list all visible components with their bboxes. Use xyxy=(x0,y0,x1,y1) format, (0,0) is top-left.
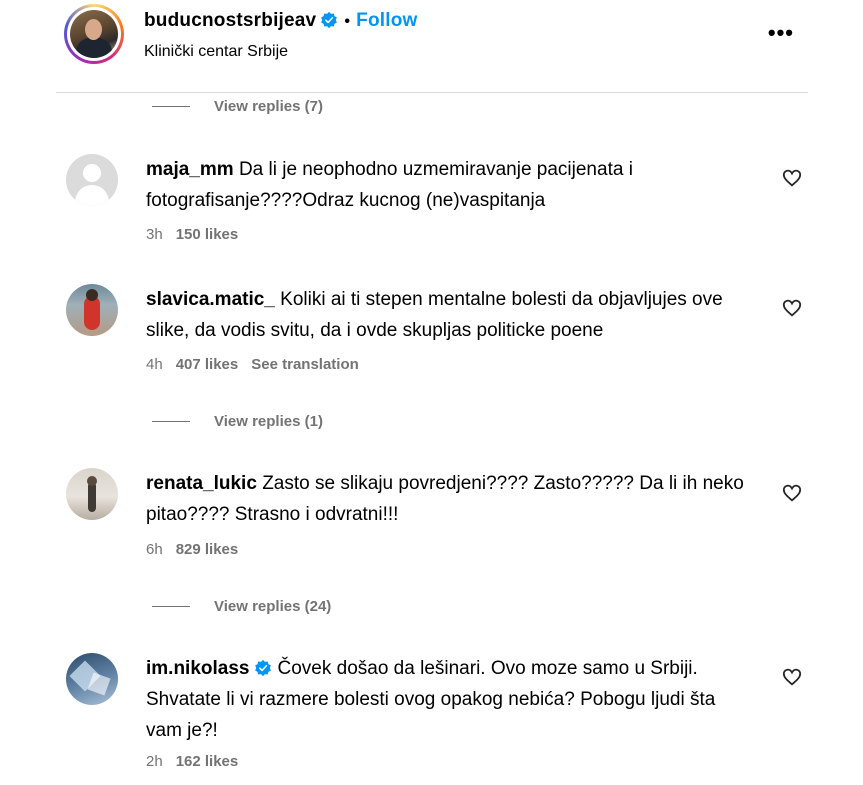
author-username[interactable]: buducnostsrbijeav xyxy=(144,10,316,31)
comment-body: maja_mm Da li je neophodno uzmemiravanje… xyxy=(146,154,746,216)
comment-likes[interactable]: 162 likes xyxy=(176,753,239,770)
comment-likes[interactable]: 407 likes xyxy=(176,356,239,373)
comment-meta: 4h 407 likes See translation xyxy=(146,356,359,373)
view-replies-button[interactable]: View replies (1) xyxy=(152,411,323,431)
comment-body: renata_lukic Zasto se slikaju povredjeni… xyxy=(146,468,746,530)
avatar-head xyxy=(83,164,101,182)
avatar-figure-suit xyxy=(76,38,112,58)
comment-item: maja_mm Da li je neophodno uzmemiravanje… xyxy=(66,154,806,254)
avatar-figure xyxy=(88,482,96,512)
verified-badge-icon xyxy=(321,11,338,29)
avatar-figure-head xyxy=(87,476,97,486)
comment-meta: 6h 829 likes xyxy=(146,541,238,558)
avatar-ring-inner xyxy=(67,7,121,61)
comment-likes[interactable]: 829 likes xyxy=(176,541,239,558)
comment-username[interactable]: slavica.matic_ xyxy=(146,289,275,310)
verified-badge-icon xyxy=(254,659,271,677)
comment-time[interactable]: 3h xyxy=(146,226,163,243)
comment-body: im.nikolass Čovek došao da lešinari. Ovo… xyxy=(146,653,746,746)
default-avatar-icon[interactable] xyxy=(66,154,118,206)
view-replies-button[interactable]: View replies (7) xyxy=(152,96,323,116)
comment-username[interactable]: maja_mm xyxy=(146,159,234,180)
comment-meta: 2h 162 likes xyxy=(146,753,238,770)
view-replies-label: View replies (24) xyxy=(214,597,332,615)
separator-dot: • xyxy=(344,13,351,30)
comment-username[interactable]: renata_lukic xyxy=(146,473,257,494)
comment-item: im.nikolass Čovek došao da lešinari. Ovo… xyxy=(66,653,806,778)
heart-icon[interactable] xyxy=(782,299,802,317)
heart-icon[interactable] xyxy=(782,484,802,502)
comment-meta: 3h 150 likes xyxy=(146,226,238,243)
post-header: buducnostsrbijeav • Follow Klinički centa… xyxy=(56,0,808,93)
comment-time[interactable]: 2h xyxy=(146,753,163,770)
comment-item: slavica.matic_ Koliki ai ti stepen menta… xyxy=(66,284,806,384)
view-replies-label: View replies (7) xyxy=(214,97,323,115)
commenter-avatar[interactable] xyxy=(66,468,118,520)
comment-body: slavica.matic_ Koliki ai ti stepen menta… xyxy=(146,284,746,346)
location-link[interactable]: Klinički centar Srbije xyxy=(144,43,288,61)
follow-button[interactable]: Follow xyxy=(356,10,417,31)
comment-likes[interactable]: 150 likes xyxy=(176,226,239,243)
view-replies-label: View replies (1) xyxy=(214,412,323,430)
view-replies-button[interactable]: View replies (24) xyxy=(152,596,331,616)
avatar-figure-face xyxy=(85,19,102,40)
comment-item: renata_lukic Zasto se slikaju povredjeni… xyxy=(66,468,806,568)
comment-time[interactable]: 6h xyxy=(146,541,163,558)
author-line: buducnostsrbijeav • Follow xyxy=(144,10,418,32)
avatar-shoulders xyxy=(75,185,109,206)
author-avatar[interactable] xyxy=(64,4,124,64)
avatar-figure xyxy=(84,296,100,330)
heart-icon[interactable] xyxy=(782,169,802,187)
more-options-icon[interactable]: ••• xyxy=(768,22,794,44)
commenter-avatar[interactable] xyxy=(66,653,118,705)
see-translation-button[interactable]: See translation xyxy=(251,356,359,373)
author-avatar-photo xyxy=(70,10,118,58)
replies-line xyxy=(152,420,190,422)
avatar-figure-head xyxy=(86,289,98,301)
comment-username[interactable]: im.nikolass xyxy=(146,658,250,679)
comment-time[interactable]: 4h xyxy=(146,356,163,373)
heart-icon[interactable] xyxy=(782,668,802,686)
replies-line xyxy=(152,605,190,607)
replies-line xyxy=(152,105,190,107)
commenter-avatar[interactable] xyxy=(66,284,118,336)
